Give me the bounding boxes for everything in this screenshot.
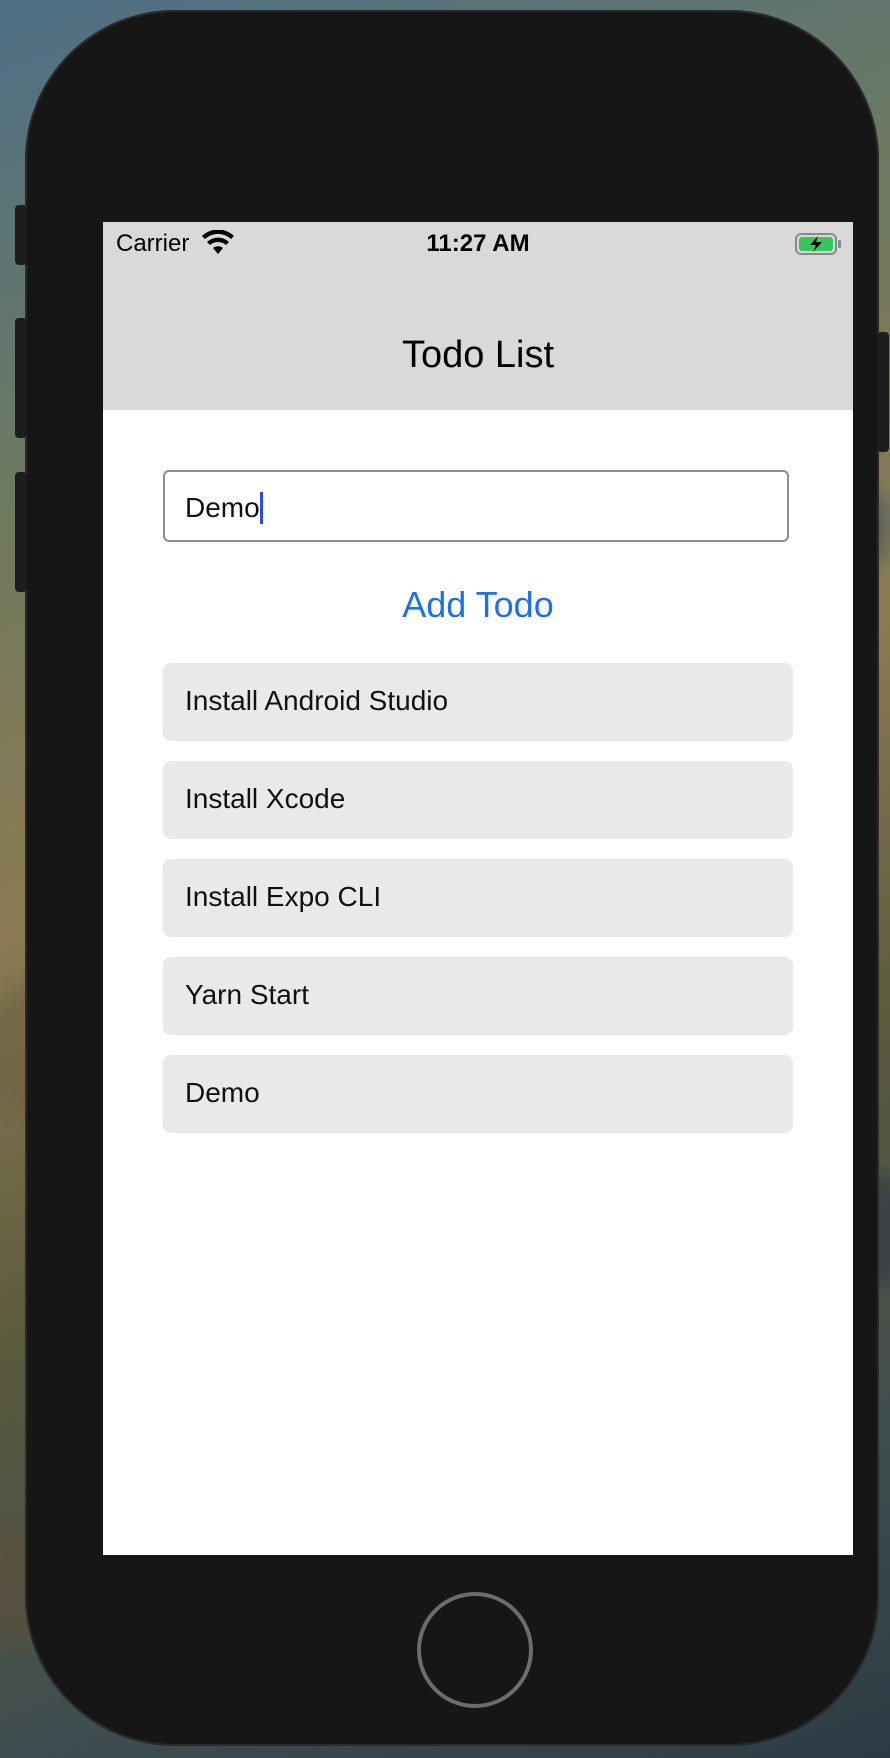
app-screen: Carrier 11:27 AM Todo List Demo Add Todo…: [103, 222, 853, 1555]
todo-item-label: Install Xcode: [185, 783, 346, 814]
volume-down-button: [15, 472, 27, 592]
battery-charging-icon: [795, 233, 841, 255]
navigation-header: Carrier 11:27 AM Todo List: [103, 222, 853, 410]
status-bar: Carrier 11:27 AM: [103, 222, 853, 266]
todo-item[interactable]: Install Android Studio: [163, 663, 793, 741]
silent-switch: [15, 205, 27, 265]
todo-item[interactable]: Yarn Start: [163, 957, 793, 1035]
status-time: 11:27 AM: [426, 230, 530, 257]
todo-input-value: Demo: [185, 492, 263, 524]
home-button-icon[interactable]: [417, 1592, 533, 1708]
page-title: Todo List: [401, 334, 555, 376]
todo-item-label: Yarn Start: [185, 979, 309, 1010]
todo-item-label: Install Expo CLI: [185, 881, 382, 912]
add-todo-button[interactable]: Add Todo: [103, 584, 853, 626]
todo-item-label: Install Android Studio: [185, 685, 449, 716]
text-caret: [259, 492, 263, 524]
todo-item[interactable]: Install Xcode: [163, 761, 793, 839]
todo-item-label: Demo: [185, 1077, 260, 1108]
todo-item[interactable]: Demo: [163, 1055, 793, 1133]
todo-input-text: Demo: [185, 492, 260, 523]
iphone-simulator-frame: Carrier 11:27 AM Todo List Demo Add Todo…: [15, 10, 889, 1746]
volume-up-button: [15, 318, 27, 438]
todo-item[interactable]: Install Expo CLI: [163, 859, 793, 937]
todo-text-input[interactable]: Demo: [163, 470, 789, 542]
power-button: [877, 332, 889, 452]
